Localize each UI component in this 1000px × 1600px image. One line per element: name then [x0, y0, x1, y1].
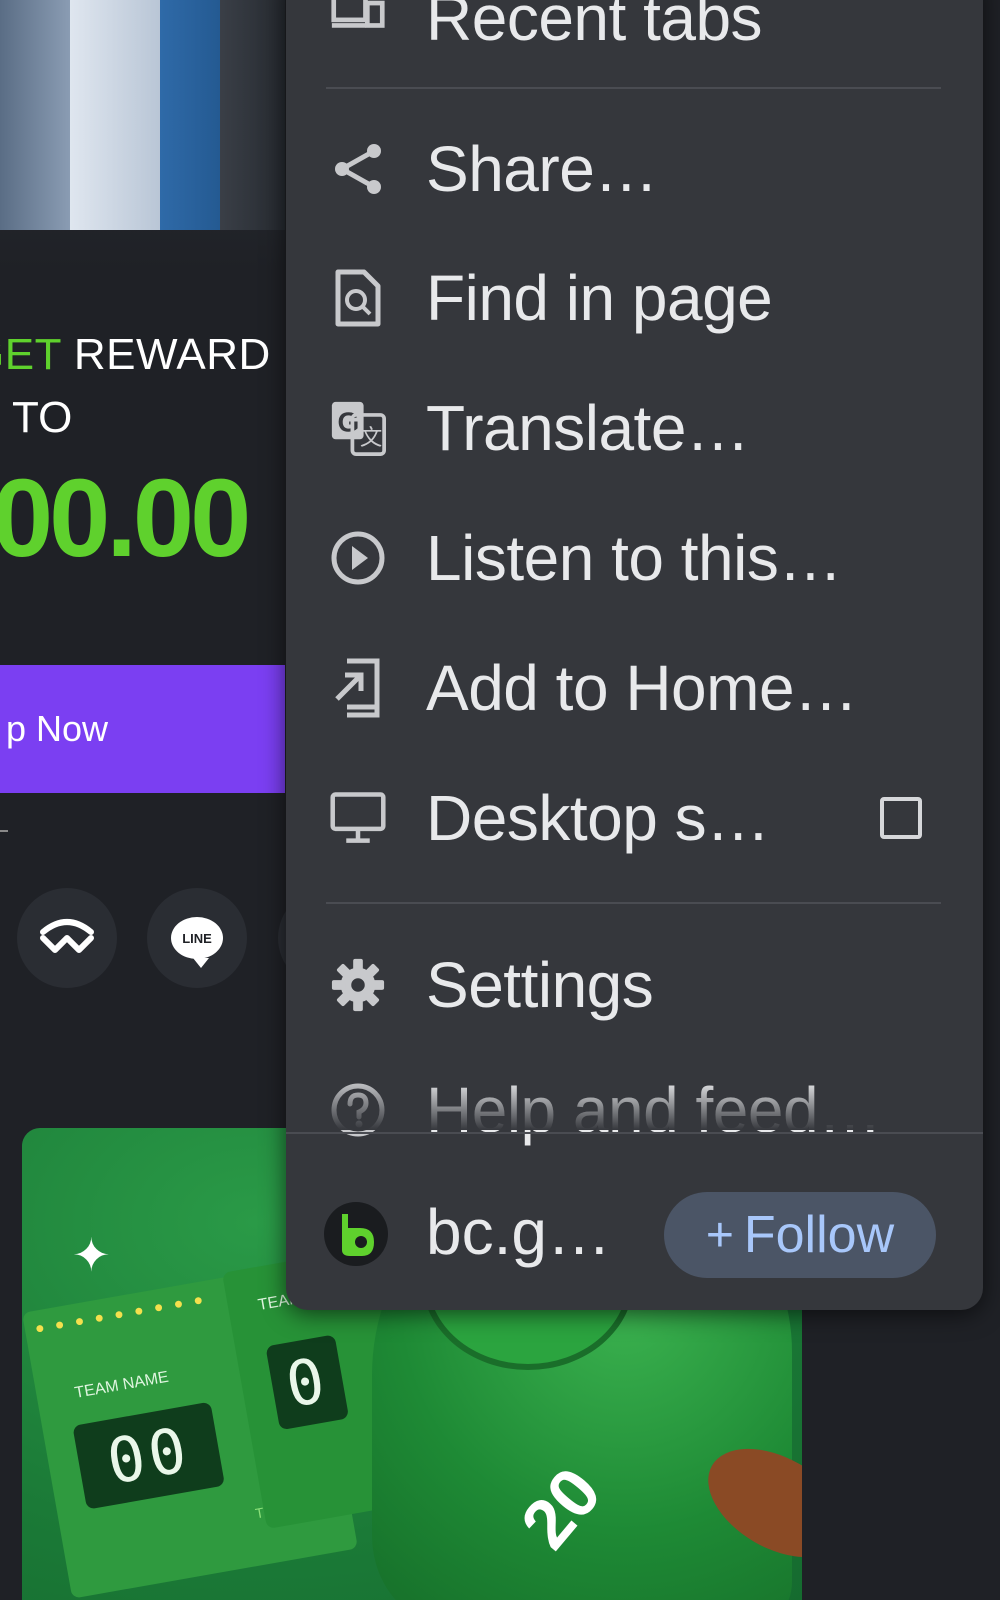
menu-item-listen[interactable]: Listen to this…: [286, 498, 983, 618]
recent-tabs-icon: [330, 0, 386, 46]
football: [689, 1426, 802, 1580]
signup-button[interactable]: p Now: [0, 665, 285, 793]
menu-item-recent-tabs[interactable]: Recent tabs: [286, 0, 983, 78]
line-icon: LINE: [171, 917, 223, 968]
menu-item-find-in-page[interactable]: Find in page: [286, 238, 983, 358]
divider-dash: [0, 830, 8, 832]
menu-label: Share…: [426, 133, 658, 205]
svg-text:G: G: [337, 407, 359, 438]
promo-reward: REWARD: [73, 330, 271, 379]
menu-footer-divider: [286, 1132, 983, 1134]
follow-label: Follow: [743, 1206, 895, 1264]
plus-icon: +: [705, 1208, 734, 1262]
promo-headline: GET REWARD: [0, 330, 271, 380]
score-partial-display: 0: [265, 1334, 350, 1431]
browser-overflow-menu: Recent tabs Share… Find in page G 文 Tran…: [286, 0, 983, 1310]
sparkle-icon: ✦: [72, 1229, 111, 1281]
menu-label: Recent tabs: [426, 0, 763, 54]
menu-divider: [326, 87, 941, 89]
promo-to: TO: [12, 393, 73, 442]
play-circle-icon: [330, 530, 386, 586]
find-in-page-icon: [330, 269, 386, 327]
promo-amount: 00.00: [0, 457, 251, 580]
desktop-icon: [330, 790, 386, 846]
site-favicon-icon: [324, 1202, 388, 1266]
menu-label: Listen to this…: [426, 522, 842, 594]
share-icon: [330, 141, 386, 197]
team-name-label: TEAM NAME: [73, 1368, 170, 1402]
line-login-button[interactable]: LINE: [147, 888, 247, 988]
menu-label: Find in page: [426, 262, 773, 334]
scoreboard-lights: ● ● ● ● ● ● ● ● ●: [33, 1290, 208, 1338]
menu-item-desktop-site[interactable]: Desktop s…: [286, 758, 983, 878]
menu-label: Desktop s…: [426, 782, 770, 854]
line-icon-text: LINE: [182, 930, 212, 946]
menu-item-settings[interactable]: Settings: [286, 925, 983, 1045]
scroll-fade: [286, 1080, 983, 1130]
svg-text:文: 文: [360, 425, 382, 450]
menu-label: Translate…: [426, 392, 750, 464]
jersey-number: 20: [506, 1453, 616, 1563]
site-domain-label[interactable]: bc.g…: [426, 1195, 611, 1269]
menu-item-translate[interactable]: G 文 Translate…: [286, 368, 983, 488]
translate-icon: G 文: [330, 400, 386, 456]
menu-divider: [326, 902, 941, 904]
promo-highlight: GET: [0, 330, 62, 379]
menu-label: Settings: [426, 949, 654, 1021]
add-to-home-icon: [330, 658, 386, 718]
hero-photo: [0, 0, 285, 270]
walletconnect-icon: [40, 919, 94, 953]
menu-label: Add to Home…: [426, 652, 858, 724]
menu-item-share[interactable]: Share…: [286, 109, 983, 229]
score-display: 00: [72, 1401, 226, 1510]
desktop-site-checkbox[interactable]: [880, 797, 922, 839]
follow-button[interactable]: + Follow: [664, 1192, 936, 1278]
walletconnect-button[interactable]: [17, 888, 117, 988]
menu-item-add-to-home[interactable]: Add to Home…: [286, 628, 983, 748]
gear-icon: [330, 957, 386, 1013]
